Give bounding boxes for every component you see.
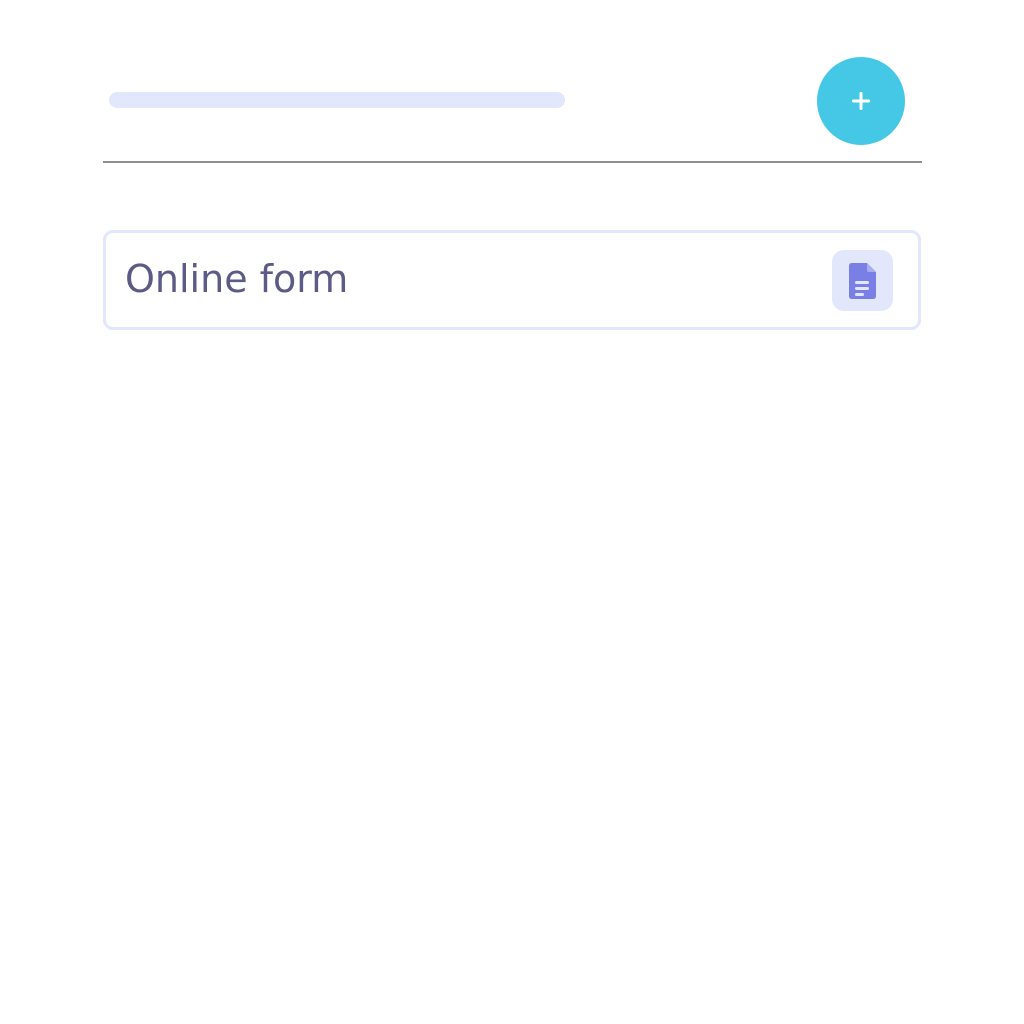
title-placeholder-bar (109, 92, 565, 108)
plus-icon (852, 92, 870, 110)
form-card-label: Online form (125, 257, 349, 301)
add-button[interactable] (817, 57, 905, 145)
form-card-icon-box (832, 250, 893, 311)
form-card-online-form[interactable]: Online form (103, 230, 921, 330)
page: Online form (0, 0, 1024, 1024)
header-divider (103, 161, 922, 163)
document-icon (848, 262, 876, 299)
